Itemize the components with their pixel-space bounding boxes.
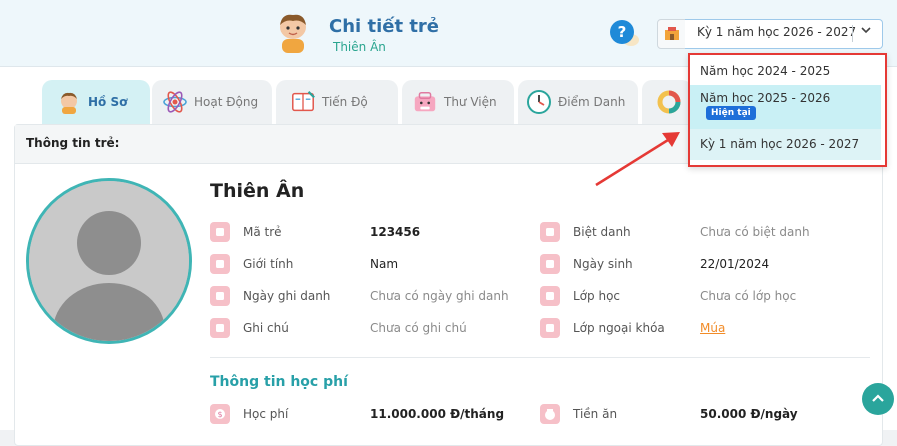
atom-icon bbox=[162, 89, 188, 115]
page-subtitle: Thiên Ân bbox=[333, 40, 386, 54]
tab-thu-vien[interactable]: Thư Viện bbox=[402, 80, 514, 124]
term-option-2026-k1[interactable]: Kỳ 1 năm học 2026 - 2027 bbox=[690, 129, 881, 160]
gender-icon bbox=[210, 254, 230, 274]
bag-icon bbox=[412, 89, 438, 115]
field-label: Lớp học bbox=[573, 289, 621, 303]
term-option-2024[interactable]: Năm học 2024 - 2025 bbox=[690, 56, 881, 84]
svg-text:$: $ bbox=[217, 410, 222, 419]
tab-chart[interactable] bbox=[642, 80, 692, 124]
donut-chart-icon bbox=[656, 89, 682, 115]
field-row: Lớp ngoại khóa Múa bbox=[540, 318, 870, 338]
fields-right: Biệt danh Chưa có biệt danh Ngày sinh 22/01… bbox=[540, 222, 870, 350]
field-value: 22/01/2024 bbox=[700, 257, 770, 271]
field-value: Chưa có ghi chú bbox=[370, 321, 467, 335]
field-value: 123456 bbox=[370, 225, 421, 239]
tab-label: Tiến Độ bbox=[322, 95, 368, 109]
child-name: Thiên Ân bbox=[210, 180, 305, 202]
avatar bbox=[26, 178, 192, 344]
field-value: 50.000 Đ/ngày bbox=[700, 407, 798, 421]
field-value: Chưa có ngày ghi danh bbox=[370, 289, 509, 303]
field-label: Mã trẻ bbox=[243, 225, 282, 239]
school-icon bbox=[665, 27, 679, 40]
fee-section-title: Thông tin học phí bbox=[210, 374, 348, 390]
field-label: Học phí bbox=[243, 407, 289, 421]
option-label: Năm học 2025 - 2026 bbox=[700, 91, 831, 105]
option-label: Kỳ 1 năm học 2026 - 2027 bbox=[700, 137, 860, 151]
class-icon bbox=[540, 286, 560, 306]
field-label: Lớp ngoại khóa bbox=[573, 321, 665, 335]
field-label: Giới tính bbox=[243, 257, 294, 271]
field-row: Giới tính Nam bbox=[210, 254, 530, 274]
notebook-icon bbox=[290, 89, 316, 115]
calendar-icon bbox=[210, 286, 230, 306]
field-value: Nam bbox=[370, 257, 399, 271]
id-card-icon bbox=[210, 222, 230, 242]
field-row: Ghi chú Chưa có ghi chú bbox=[210, 318, 530, 338]
class-icon bbox=[540, 318, 560, 338]
tab-label: Hồ Sơ bbox=[88, 95, 128, 109]
tab-label: Hoạt Động bbox=[194, 95, 259, 109]
tab-tien-do[interactable]: Tiến Độ bbox=[276, 80, 398, 124]
field-row: Ngày ghi danh Chưa có ngày ghi danh bbox=[210, 286, 530, 306]
field-label: Biệt danh bbox=[573, 225, 631, 239]
tab-hoat-dong[interactable]: Hoạt Động bbox=[152, 80, 272, 124]
fee-row-tuition: $ Học phí 11.000.000 Đ/tháng bbox=[210, 404, 530, 424]
field-row: Biệt danh Chưa có biệt danh bbox=[540, 222, 870, 242]
page-title: Chi tiết trẻ bbox=[329, 16, 440, 37]
field-row: Ngày sinh 22/01/2024 bbox=[540, 254, 870, 274]
field-value: Chưa có biệt danh bbox=[700, 225, 810, 239]
fields-left: Mã trẻ 123456 Giới tính Nam Ngày ghi danh Chư… bbox=[210, 222, 530, 350]
term-select-value: Kỳ 1 năm học 2026 - 2027 bbox=[697, 25, 857, 39]
field-label: Ghi chú bbox=[243, 321, 289, 335]
chevron-up-icon bbox=[872, 394, 884, 402]
field-row: Lớp học Chưa có lớp học bbox=[540, 286, 870, 306]
term-prefix-box bbox=[657, 19, 687, 49]
field-label: Ngày sinh bbox=[573, 257, 633, 271]
default-avatar-icon bbox=[29, 181, 189, 341]
kid-face-icon bbox=[56, 89, 82, 115]
fee-row-meal: Tiền ăn 50.000 Đ/ngày bbox=[540, 404, 870, 424]
field-label: Tiền ăn bbox=[573, 407, 618, 421]
user-icon bbox=[540, 222, 560, 242]
option-label: Năm học 2024 - 2025 bbox=[700, 64, 831, 78]
divider bbox=[210, 357, 870, 358]
note-icon bbox=[210, 318, 230, 338]
current-badge: Hiện tại bbox=[706, 106, 756, 120]
help-button[interactable]: ? bbox=[610, 20, 634, 44]
annotation-arrow bbox=[590, 125, 690, 195]
scroll-top-button[interactable] bbox=[862, 383, 894, 415]
field-value[interactable]: Múa bbox=[700, 321, 725, 335]
meal-icon bbox=[540, 404, 560, 424]
kid-avatar-icon bbox=[276, 13, 310, 53]
field-value: 11.000.000 Đ/tháng bbox=[370, 407, 505, 421]
section-title: Thông tin trẻ: bbox=[26, 136, 120, 150]
tab-ho-so[interactable]: Hồ Sơ bbox=[42, 80, 150, 124]
clock-icon bbox=[526, 89, 552, 115]
field-row: Mã trẻ 123456 bbox=[210, 222, 530, 242]
calendar-icon bbox=[540, 254, 560, 274]
tab-diem-danh[interactable]: Điểm Danh bbox=[518, 80, 638, 124]
term-select-divider bbox=[852, 25, 853, 42]
tuition-icon: $ bbox=[210, 404, 230, 424]
tab-label: Điểm Danh bbox=[558, 95, 626, 109]
tab-label: Thư Viện bbox=[444, 95, 497, 109]
chevron-down-icon[interactable] bbox=[860, 24, 872, 39]
field-label: Ngày ghi danh bbox=[243, 289, 331, 303]
field-value: Chưa có lớp học bbox=[700, 289, 797, 303]
